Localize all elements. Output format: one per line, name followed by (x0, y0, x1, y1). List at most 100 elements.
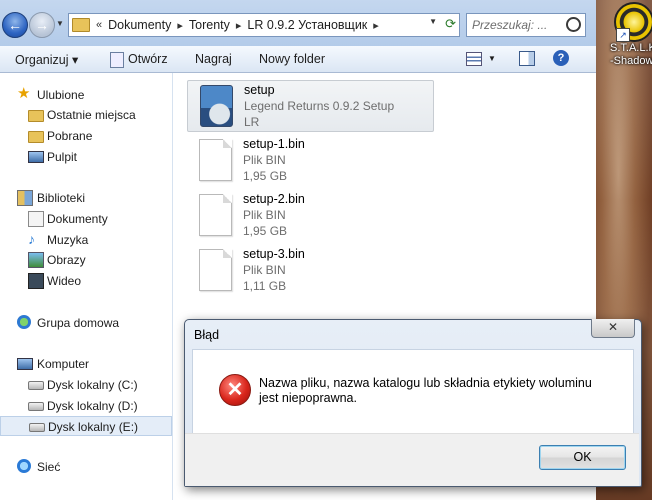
file-description: Legend Returns 0.9.2 Setup (244, 99, 395, 113)
address-bar[interactable]: « Dokumenty ▸ Torenty ▸ LR 0.9.2 Установ… (68, 13, 460, 37)
desktop-icon (28, 151, 44, 163)
dialog-title: Błąd (194, 328, 220, 342)
nav-label: Dysk lokalny (D:) (47, 399, 138, 413)
nav-pictures[interactable]: Obrazy (0, 250, 172, 270)
file-icon (199, 194, 232, 236)
nav-label: Obrazy (47, 253, 86, 267)
nav-label: Komputer (37, 357, 90, 371)
file-name: setup-3.bin (243, 247, 305, 261)
nav-libraries[interactable]: Biblioteki (0, 188, 172, 208)
nav-label: Dysk lokalny (E:) (48, 420, 139, 434)
nav-downloads[interactable]: Pobrane (0, 126, 172, 146)
file-name: setup (244, 83, 275, 97)
desktop-shortcut-label-1: S.T.A.L.K (610, 42, 652, 54)
hard-drive-icon (28, 402, 44, 411)
breadcrumb-separator-icon[interactable]: ▸ (177, 19, 183, 32)
nav-favorites[interactable]: ★ Ulubione (0, 85, 172, 105)
pictures-icon (28, 252, 44, 268)
desktop-shortcut-stalker[interactable]: ↗ S.T.A.L.K -Shadow o (610, 2, 652, 82)
help-icon[interactable]: ? (553, 50, 569, 66)
documents-icon (28, 211, 44, 227)
refresh-icon[interactable]: ⟳ (445, 16, 456, 32)
network-icon (17, 459, 31, 473)
preview-pane-icon[interactable] (519, 51, 535, 66)
shortcut-arrow-icon: ↗ (616, 28, 630, 42)
desktop-shortcut-label-2: -Shadow o (610, 55, 652, 67)
nav-label: Dysk lokalny (C:) (47, 378, 138, 392)
recent-places-icon (28, 110, 44, 122)
recent-pages-dropdown-icon[interactable]: ▼ (56, 19, 64, 28)
file-type: Plik BIN (243, 153, 286, 167)
breadcrumb-dokumenty[interactable]: Dokumenty (108, 18, 171, 32)
search-placeholder: Przeszukaj: ... (472, 18, 548, 32)
search-input[interactable]: Przeszukaj: ... (466, 13, 586, 37)
back-button[interactable]: ← (2, 12, 28, 38)
change-view-icon[interactable] (466, 52, 482, 66)
file-name: setup-1.bin (243, 137, 305, 151)
dialog-close-button[interactable]: ✕ (591, 319, 635, 338)
view-options-dropdown-icon[interactable]: ▼ (488, 54, 496, 63)
folder-icon (72, 18, 90, 32)
dialog-footer: OK (185, 433, 639, 486)
open-button[interactable]: Otwórz (128, 52, 168, 66)
command-bar: Organizuj ▾ Otwórz Nagraj Nowy folder ▼ … (0, 46, 596, 73)
nav-homegroup[interactable]: Grupa domowa (0, 313, 172, 333)
breadcrumb-torenty[interactable]: Torenty (189, 18, 230, 32)
star-icon: ★ (17, 85, 31, 102)
computer-icon (17, 358, 33, 370)
nav-label: Wideo (47, 274, 82, 288)
hard-drive-icon (29, 423, 45, 432)
burn-button[interactable]: Nagraj (195, 52, 232, 66)
nav-label: Pobrane (47, 129, 93, 143)
breadcrumb-overflow-chevron[interactable]: « (96, 19, 102, 31)
nav-label: Ulubione (37, 88, 85, 102)
homegroup-icon (17, 315, 31, 329)
breadcrumb-separator-icon[interactable]: ▸ (236, 19, 242, 32)
nav-drive-d[interactable]: Dysk lokalny (D:) (0, 396, 172, 416)
file-icon (199, 249, 232, 291)
nav-recent-places[interactable]: Ostatnie miejsca (0, 105, 172, 125)
file-size: 1,95 GB (243, 169, 288, 183)
nav-documents[interactable]: Dokumenty (0, 209, 172, 229)
nav-label: Dokumenty (47, 212, 108, 226)
file-item-setup-2-bin[interactable]: setup-2.bin Plik BIN 1,95 GB (187, 190, 434, 242)
installer-icon (200, 85, 233, 127)
file-item-setup-1-bin[interactable]: setup-1.bin Plik BIN 1,95 GB (187, 135, 434, 187)
nav-label: Sieć (37, 460, 61, 474)
organize-button[interactable]: Organizuj ▾ (15, 52, 78, 67)
nav-computer[interactable]: Komputer (0, 354, 172, 374)
dialog-body: ✕ Nazwa pliku, nazwa katalogu lub składn… (192, 349, 634, 434)
file-icon (199, 139, 232, 181)
file-item-setup[interactable]: setup Legend Returns 0.9.2 Setup LR (187, 80, 434, 132)
nav-videos[interactable]: Wideo (0, 271, 172, 291)
nav-network[interactable]: Sieć (0, 457, 172, 477)
file-size: 1,95 GB (243, 224, 288, 238)
nav-label: Grupa domowa (37, 316, 120, 330)
error-message: Nazwa pliku, nazwa katalogu lub składnia… (259, 376, 592, 405)
nav-desktop[interactable]: Pulpit (0, 147, 172, 167)
nav-label: Muzyka (47, 233, 89, 247)
breadcrumb-separator-icon[interactable]: ▸ (373, 19, 379, 32)
music-note-icon: ♪ (28, 231, 35, 247)
forward-button[interactable]: → (29, 12, 55, 38)
file-company: LR (244, 115, 260, 129)
open-icon (110, 52, 124, 68)
navigation-bar: ← → ▼ « Dokumenty ▸ Torenty ▸ LR 0.9.2 У… (0, 0, 596, 46)
nav-label: Biblioteki (37, 191, 86, 205)
file-size: 1,11 GB (243, 279, 287, 293)
nav-label: Ostatnie miejsca (47, 108, 136, 122)
new-folder-button[interactable]: Nowy folder (259, 52, 325, 66)
breadcrumb-current-folder[interactable]: LR 0.9.2 Установщик (247, 18, 367, 32)
file-name: setup-2.bin (243, 192, 305, 206)
nav-music[interactable]: ♪ Muzyka (0, 230, 172, 250)
libraries-icon (17, 190, 33, 206)
navigation-pane: ★ Ulubione Ostatnie miejsca Pobrane Pulp… (0, 73, 173, 500)
nav-label: Pulpit (47, 150, 78, 164)
nav-drive-c[interactable]: Dysk lokalny (C:) (0, 375, 172, 395)
address-dropdown-icon[interactable]: ▼ (429, 17, 437, 26)
downloads-folder-icon (28, 131, 44, 143)
search-icon (566, 17, 581, 32)
file-item-setup-3-bin[interactable]: setup-3.bin Plik BIN 1,11 GB (187, 245, 434, 297)
nav-drive-e[interactable]: Dysk lokalny (E:) (0, 416, 172, 436)
ok-button[interactable]: OK (539, 445, 626, 470)
